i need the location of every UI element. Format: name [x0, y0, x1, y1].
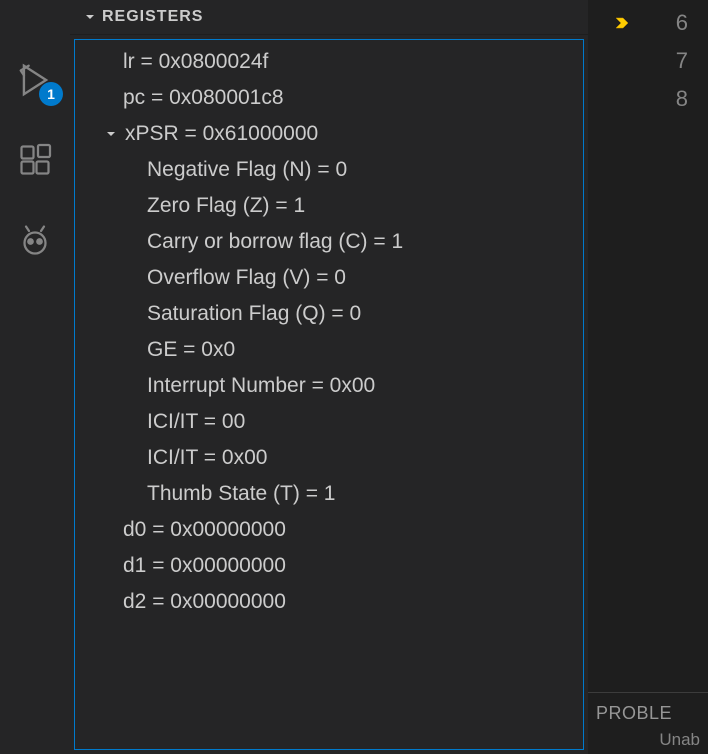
line-row[interactable]: 7	[588, 42, 708, 80]
register-d1[interactable]: d1 = 0x00000000	[75, 548, 583, 584]
editor-panel: 6 7 8 PROBLE Unab	[588, 0, 708, 754]
register-d2[interactable]: d2 = 0x00000000	[75, 584, 583, 620]
run-badge: 1	[39, 82, 63, 106]
xpsr-flag-q[interactable]: Saturation Flag (Q) = 0	[75, 296, 583, 332]
xpsr-interrupt[interactable]: Interrupt Number = 0x00	[75, 368, 583, 404]
line-number: 7	[638, 48, 688, 74]
line-row[interactable]: 6	[588, 4, 708, 42]
current-line-marker-icon	[614, 15, 630, 31]
xpsr-flag-c[interactable]: Carry or borrow flag (C) = 1	[75, 224, 583, 260]
bottom-panel: PROBLE Unab	[588, 692, 708, 754]
platformio-icon[interactable]	[15, 220, 55, 260]
section-title: REGISTERS	[102, 8, 203, 26]
extensions-icon[interactable]	[15, 140, 55, 180]
chevron-down-icon	[103, 126, 119, 142]
xpsr-ge[interactable]: GE = 0x0	[75, 332, 583, 368]
debug-sidebar: REGISTERS lr = 0x0800024f pc = 0x080001c…	[70, 0, 588, 754]
unab-text: Unab	[596, 730, 700, 750]
register-lr[interactable]: lr = 0x0800024f	[75, 44, 583, 80]
xpsr-ici1[interactable]: ICI/IT = 00	[75, 404, 583, 440]
xpsr-flag-z[interactable]: Zero Flag (Z) = 1	[75, 188, 583, 224]
problems-tab[interactable]: PROBLE	[596, 703, 700, 724]
run-debug-icon[interactable]: 1	[15, 60, 55, 100]
register-d0[interactable]: d0 = 0x00000000	[75, 512, 583, 548]
activity-bar: 1	[0, 0, 70, 754]
xpsr-flag-v[interactable]: Overflow Flag (V) = 0	[75, 260, 583, 296]
register-pc[interactable]: pc = 0x080001c8	[75, 80, 583, 116]
registers-section-header[interactable]: REGISTERS	[70, 0, 588, 35]
line-number: 6	[638, 10, 688, 36]
xpsr-ici2[interactable]: ICI/IT = 0x00	[75, 440, 583, 476]
line-row[interactable]: 8	[588, 80, 708, 118]
xpsr-thumb[interactable]: Thumb State (T) = 1	[75, 476, 583, 512]
line-number: 8	[638, 86, 688, 112]
registers-tree[interactable]: lr = 0x0800024f pc = 0x080001c8 xPSR = 0…	[74, 39, 584, 750]
register-xpsr[interactable]: xPSR = 0x61000000	[75, 116, 583, 152]
chevron-down-icon	[82, 9, 98, 25]
line-numbers: 6 7 8	[588, 0, 708, 118]
xpsr-flag-n[interactable]: Negative Flag (N) = 0	[75, 152, 583, 188]
